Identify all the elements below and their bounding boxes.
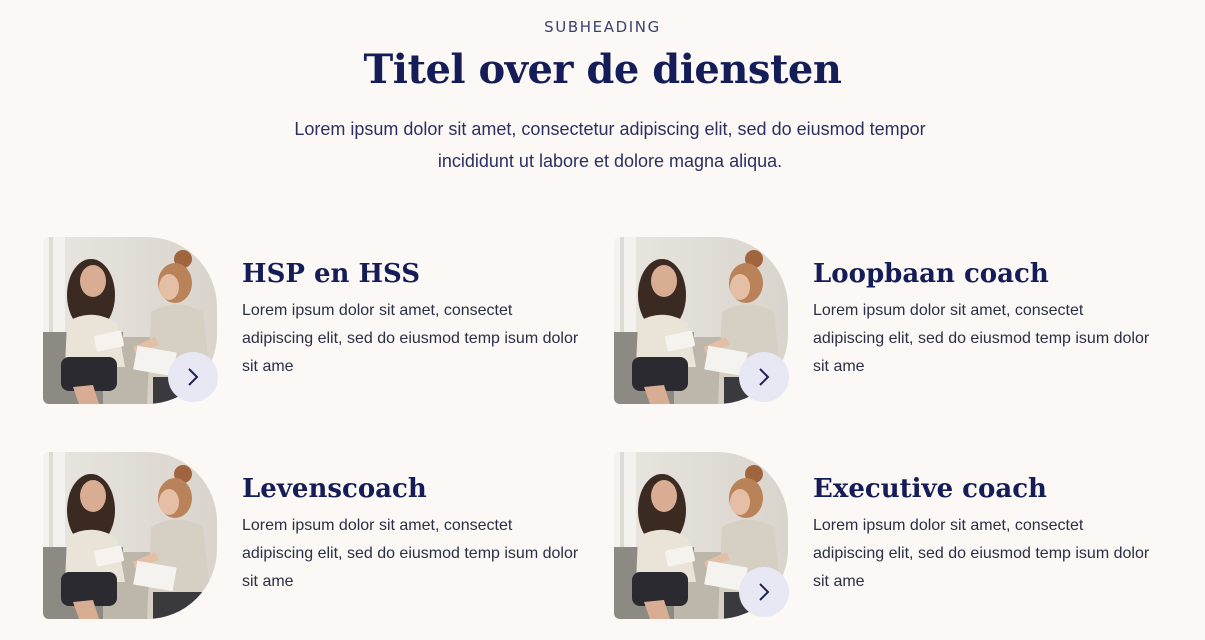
service-arrow-button[interactable]: [739, 352, 789, 402]
service-card-executive[interactable]: Executive coach Lorem ipsum dolor sit am…: [614, 452, 1184, 622]
service-title: HSP en HSS: [242, 259, 420, 289]
service-card-levenscoach[interactable]: Levenscoach Lorem ipsum dolor sit amet, …: [43, 452, 613, 622]
service-card-hsp[interactable]: HSP en HSS Lorem ipsum dolor sit amet, c…: [43, 237, 613, 407]
service-card-loopbaan[interactable]: Loopbaan coach Lorem ipsum dolor sit ame…: [614, 237, 1184, 407]
service-description: Lorem ipsum dolor sit amet, consectet ad…: [242, 302, 579, 375]
chevron-right-icon: [759, 583, 770, 601]
service-title: Executive coach: [813, 474, 1047, 504]
service-title: Loopbaan coach: [813, 259, 1049, 289]
page-title: Titel over de diensten: [363, 46, 842, 93]
subheading: SUBHEADING: [544, 18, 661, 36]
service-image: [43, 452, 217, 619]
service-title: Levenscoach: [242, 474, 427, 504]
service-description: Lorem ipsum dolor sit amet, consectet ad…: [813, 302, 1150, 375]
intro-text: Lorem ipsum dolor sit amet, consectetur …: [294, 119, 926, 171]
service-arrow-button[interactable]: [168, 352, 218, 402]
chevron-right-icon: [188, 368, 199, 386]
service-description: Lorem ipsum dolor sit amet, consectet ad…: [813, 517, 1150, 590]
service-description: Lorem ipsum dolor sit amet, consectet ad…: [242, 517, 579, 590]
chevron-right-icon: [759, 368, 770, 386]
service-arrow-button[interactable]: [739, 567, 789, 617]
